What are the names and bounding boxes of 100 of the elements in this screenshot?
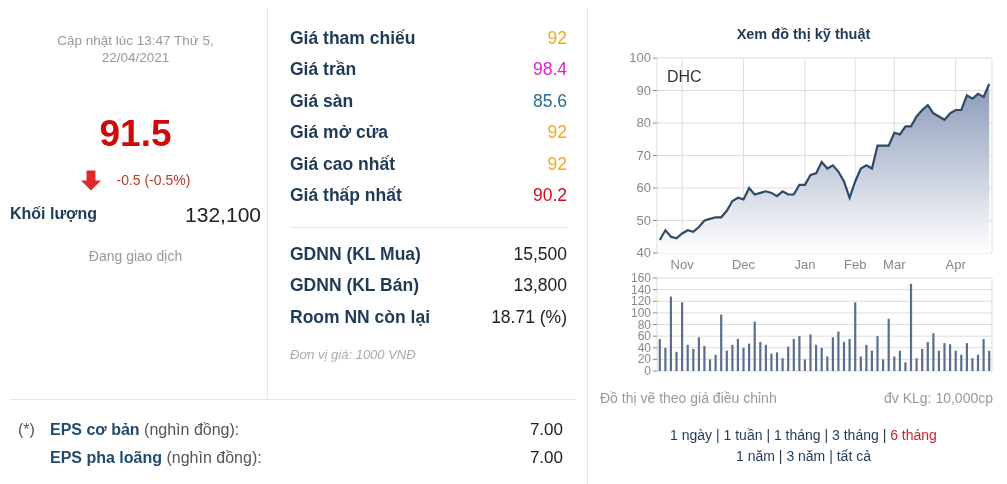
axis-label: 50 — [636, 212, 651, 228]
volume-bar — [742, 347, 745, 371]
foreign-label: GDNN (KL Bán) — [290, 274, 419, 298]
foreign-label: Room NN còn lại — [290, 305, 430, 329]
axis-label: 80 — [636, 114, 651, 130]
ticker-symbol: DHC — [667, 67, 702, 85]
volume-bar — [949, 344, 952, 371]
volume-bar — [725, 350, 728, 371]
current-price: 91.5 — [98, 112, 173, 156]
volume-bar — [965, 342, 968, 371]
volume-bar — [921, 348, 924, 371]
volume-bar — [681, 302, 684, 371]
range-link[interactable]: 1 ngày — [670, 426, 713, 443]
volume-bar — [848, 338, 851, 371]
volume-bar — [708, 359, 712, 371]
axis-label: 100 — [630, 305, 651, 320]
volume-bar — [664, 347, 667, 371]
volume-bar — [870, 350, 873, 371]
chart-title: Xem đồ thị kỹ thuật — [735, 25, 872, 44]
volume-bar — [781, 357, 784, 371]
range-link[interactable]: 6 tháng — [890, 426, 937, 443]
axis-label: 160 — [630, 271, 651, 285]
volume-bar — [714, 354, 717, 371]
volume-bar — [842, 341, 846, 371]
range-link[interactable]: tất cả — [836, 447, 871, 464]
volume-bar — [854, 302, 857, 371]
price-value: 98.4 — [532, 58, 567, 82]
volume-bar — [770, 353, 773, 371]
price-label: Giá sàn — [290, 89, 354, 113]
range-separator: | — [766, 426, 770, 443]
volume-bar — [826, 356, 829, 371]
volume-bar — [904, 362, 907, 371]
volume-bar — [798, 335, 801, 371]
volume-bar — [792, 338, 795, 371]
range-link[interactable]: 3 năm — [786, 447, 826, 464]
volume-bar — [736, 338, 739, 371]
range-separator: | — [716, 426, 720, 443]
volume-bar — [809, 334, 812, 371]
volume-bar — [787, 346, 790, 371]
axis-label: Nov — [670, 256, 694, 272]
volume-bar — [882, 359, 885, 371]
volume-bar — [703, 345, 706, 371]
volume-bar — [932, 332, 935, 371]
foreign-value: 18.71 (%) — [491, 305, 567, 329]
price-value: 92 — [547, 121, 567, 145]
volume-bar — [803, 359, 806, 371]
range-link[interactable]: 1 năm — [736, 447, 775, 464]
volume-bar — [876, 335, 879, 371]
update-time: Cập nhật lúc 13:47 Thứ 5, 22/04/2021 — [56, 32, 215, 66]
volume-bar — [764, 344, 767, 371]
volume-bar — [943, 342, 946, 371]
volume-unit: đv KLg: 10,000cp — [884, 388, 993, 408]
axis-label: Feb — [844, 256, 867, 272]
volume-bar — [976, 354, 980, 371]
volume-bar — [759, 341, 762, 371]
volume-bar — [971, 357, 974, 371]
range-separator: | — [778, 447, 783, 464]
volume-value: 132,100 — [185, 201, 261, 228]
volume-bar — [831, 337, 834, 371]
eps-value: 7.00 — [529, 419, 564, 442]
price-label: Giá cao nhất — [290, 152, 396, 176]
volume-bar — [748, 343, 751, 371]
axis-label: Mar — [883, 256, 906, 272]
volume-bar — [837, 331, 840, 371]
axis-label: 100 — [629, 49, 651, 65]
price-label: Giá thấp nhất — [290, 184, 402, 208]
eps-label: EPS cơ bản (nghìn đồng): — [50, 420, 240, 440]
foreign-value: 13,800 — [513, 274, 567, 298]
volume-bar — [675, 351, 678, 371]
volume-bar — [887, 318, 890, 371]
volume-bar — [926, 341, 929, 371]
range-separator: | — [829, 447, 833, 464]
volume-bar — [720, 314, 723, 371]
volume-bar — [775, 352, 779, 371]
axis-label: 40 — [637, 340, 651, 355]
axis-label: Dec — [732, 256, 756, 272]
range-link[interactable]: 1 tuần — [723, 426, 763, 443]
range-link[interactable]: 3 tháng — [832, 426, 879, 443]
unit-note: Đơn vị giá: 1000 VNĐ — [290, 345, 417, 364]
axis-label: 90 — [636, 82, 651, 98]
price-value: 92 — [547, 152, 567, 176]
volume-bar — [865, 344, 868, 371]
volume-bar — [915, 357, 918, 371]
volume-bar — [731, 344, 734, 371]
volume-bar — [753, 321, 756, 371]
volume-bar — [859, 356, 862, 371]
volume-bar — [988, 350, 991, 371]
volume-bar — [686, 344, 689, 371]
volume-bar — [697, 337, 700, 371]
volume-bar — [937, 350, 940, 371]
price-label: Giá mở cửa — [290, 121, 389, 145]
price-value: 85.6 — [532, 89, 567, 113]
range-separator: | — [824, 426, 829, 443]
foreign-label: GDNN (KL Mua) — [290, 242, 421, 266]
volume-bar — [982, 338, 985, 371]
price-label: Giá tham chiếu — [290, 26, 416, 50]
footnote-marker: (*) — [17, 420, 36, 440]
range-link[interactable]: 1 tháng — [773, 426, 821, 443]
volume-bar — [820, 347, 823, 371]
axis-label: Apr — [945, 256, 966, 272]
